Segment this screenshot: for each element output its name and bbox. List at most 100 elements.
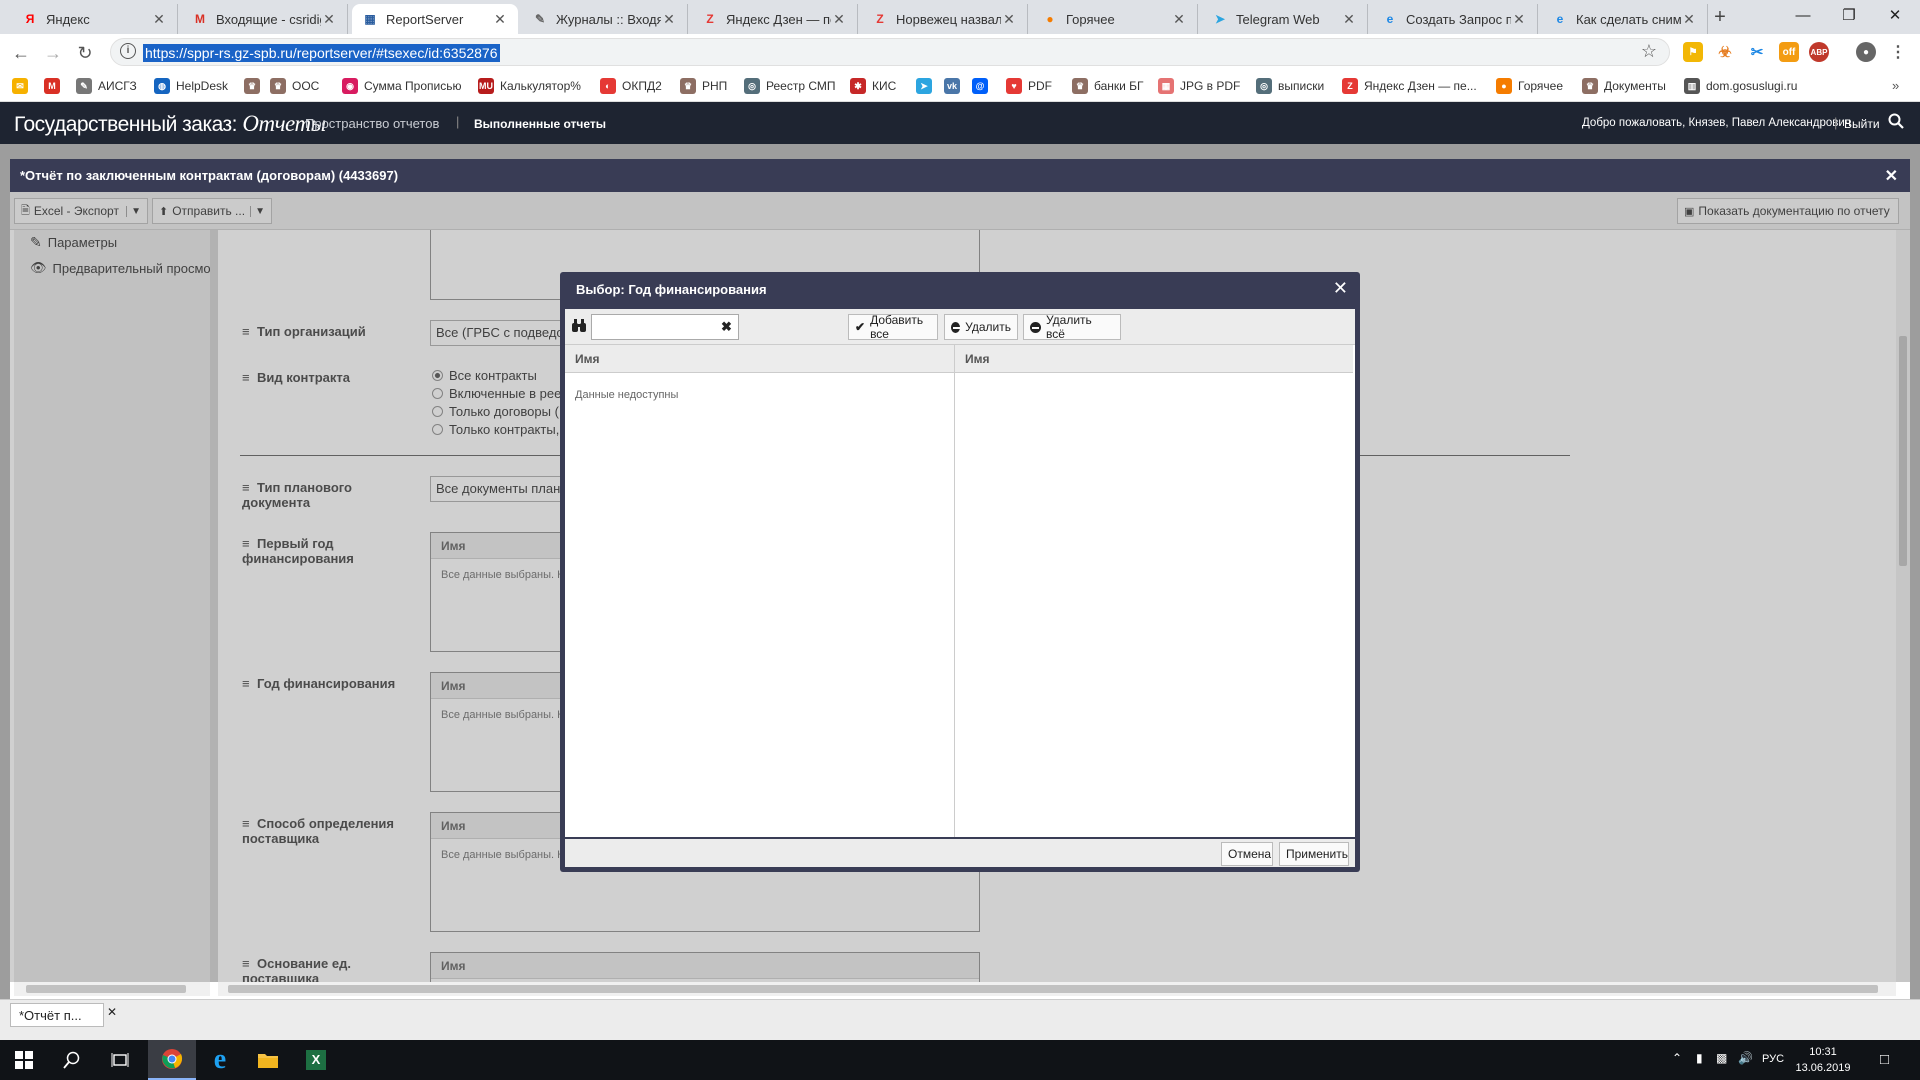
scroll-thumb[interactable]	[26, 985, 186, 993]
close-tab-icon[interactable]: ✕	[1341, 11, 1357, 28]
bookmark-item[interactable]: ♛ РНП	[680, 76, 727, 96]
app-logo[interactable]: Государственный заказ: Отчеты	[14, 111, 326, 137]
search-icon[interactable]	[48, 1040, 96, 1080]
bookmark-item[interactable]: ✉	[12, 76, 34, 96]
close-tab-icon[interactable]: ✕	[492, 11, 508, 28]
nav-completed-reports[interactable]: Выполненные отчеты	[474, 117, 606, 131]
reload-button[interactable]: ↻	[72, 40, 98, 66]
close-tab-icon[interactable]: ✕	[151, 11, 167, 28]
language-indicator[interactable]: РУС	[1762, 1053, 1784, 1065]
content-hscroll[interactable]	[218, 982, 1896, 996]
report-tab[interactable]: *Отчёт п... ✕	[10, 1003, 117, 1027]
url-text[interactable]: https://sppr-rs.gz-spb.ru/reportserver/#…	[143, 44, 500, 62]
network-icon[interactable]: ▩	[1716, 1051, 1727, 1065]
bookmark-item[interactable]: Z Яндекс Дзен — пе...	[1342, 76, 1477, 96]
bookmark-item[interactable]: ♛	[244, 76, 266, 96]
minimize-button[interactable]: —	[1780, 0, 1826, 30]
new-tab-button[interactable]: +	[1708, 6, 1732, 30]
bookmarks-overflow-icon[interactable]: »	[1892, 78, 1899, 93]
selected-column-header[interactable]: Имя	[955, 345, 1353, 373]
close-tab-icon[interactable]: ✕	[831, 11, 847, 28]
browser-tab[interactable]: e Как сделать снимо ✕	[1542, 4, 1708, 34]
bookmark-item[interactable]: MU Калькулятор%	[478, 76, 581, 96]
browser-tab[interactable]: ➤ Telegram Web ✕	[1202, 4, 1368, 34]
windows-start-icon[interactable]	[0, 1040, 48, 1080]
bookmark-item[interactable]: vk	[944, 76, 966, 96]
remove-all-button[interactable]: Удалить всё	[1023, 313, 1121, 341]
sidebar-hscroll[interactable]	[14, 982, 210, 996]
browser-tab[interactable]: M Входящие - csridigi ✕	[182, 4, 348, 34]
browser-tab[interactable]: Я Яндекс ✕	[12, 4, 178, 34]
antenna-extension-icon[interactable]: ☣	[1715, 42, 1735, 62]
clear-search-icon[interactable]: ✖	[721, 319, 732, 335]
bookmark-item[interactable]: ♛ ООС	[270, 76, 319, 96]
explorer-taskbar-icon[interactable]	[244, 1040, 292, 1080]
profile-avatar-icon[interactable]: ●	[1856, 42, 1876, 62]
bookmark-item[interactable]: ♛ банки БГ	[1072, 76, 1144, 96]
nav-report-spaces[interactable]: Пространство отчетов	[305, 116, 439, 131]
bookmark-item[interactable]: @	[972, 76, 994, 96]
close-tab-icon[interactable]: ✕	[1001, 11, 1017, 28]
gift-extension-icon[interactable]: off	[1779, 42, 1799, 62]
bookmark-item[interactable]: ▥ dom.gosuslugi.ru	[1684, 76, 1797, 96]
close-tab-icon[interactable]: ✕	[107, 1005, 117, 1019]
logout-link[interactable]: Выйти	[1844, 117, 1880, 131]
close-window-button[interactable]: ✕	[1872, 0, 1918, 30]
chrome-taskbar-icon[interactable]	[148, 1040, 196, 1080]
info-icon[interactable]: i	[120, 43, 136, 59]
browser-tab[interactable]: Z Норвежец назвал ✕	[862, 4, 1028, 34]
tools-icon: ✎	[534, 12, 546, 26]
notifications-icon[interactable]: □	[1880, 1051, 1889, 1068]
browser-tab[interactable]: ✎ Журналы :: Входящ✕	[522, 4, 688, 34]
scroll-thumb[interactable]	[228, 985, 1878, 993]
bookmark-item[interactable]: ♥ PDF	[1006, 76, 1052, 96]
bookmark-item[interactable]: ➤	[916, 76, 938, 96]
bookmark-item[interactable]: ◎ выписки	[1256, 76, 1324, 96]
browser-tab[interactable]: e Создать Запрос по ✕	[1372, 4, 1538, 34]
bookmark-item[interactable]: ♛ Документы	[1582, 76, 1666, 96]
back-button[interactable]: ←	[8, 40, 34, 66]
address-bar[interactable]: i https://sppr-rs.gz-spb.ru/reportserver…	[110, 38, 1670, 66]
close-report-icon[interactable]: ✕	[1885, 166, 1898, 186]
clock[interactable]: 10:31 13.06.2019	[1788, 1044, 1858, 1076]
bookmark-item[interactable]: ◍ HelpDesk	[154, 76, 228, 96]
bookmark-item[interactable]: ✎ АИСГЗ	[76, 76, 137, 96]
bookmark-item[interactable]: ✱ КИС	[850, 76, 896, 96]
apply-button[interactable]: Применить	[1279, 842, 1349, 866]
forward-button[interactable]: →	[40, 40, 66, 66]
kis-icon: ✱	[850, 78, 866, 94]
scissors-extension-icon[interactable]: ✂	[1747, 42, 1767, 62]
tray-chevron-icon[interactable]: ⌃	[1672, 1051, 1682, 1065]
close-tab-icon[interactable]: ✕	[1171, 11, 1187, 28]
bookmark-item[interactable]: ◎ Реестр СМП	[744, 76, 835, 96]
bookmark-item[interactable]: ◉ Сумма Прописью	[342, 76, 461, 96]
search-icon[interactable]	[1888, 113, 1904, 129]
bookmark-item[interactable]: M	[44, 76, 66, 96]
close-tab-icon[interactable]: ✕	[661, 11, 677, 28]
bookmark-item[interactable]: ◐ ОКПД2	[600, 76, 662, 96]
excel-taskbar-icon[interactable]: X	[292, 1040, 340, 1080]
remove-button[interactable]: Удалить	[944, 314, 1018, 340]
bookmark-item[interactable]: ● Горячее	[1496, 76, 1563, 96]
close-tab-icon[interactable]: ✕	[1681, 11, 1697, 28]
browser-tab[interactable]: Z Яндекс Дзен — пе ✕	[692, 4, 858, 34]
browser-tab[interactable]: ▦ ReportServer ✕	[352, 4, 518, 34]
available-column-header[interactable]: Имя	[565, 345, 955, 373]
cancel-button[interactable]: Отмена	[1221, 842, 1273, 866]
battery-icon[interactable]: ▮	[1696, 1051, 1703, 1065]
browser-tab[interactable]: ● Горячее ✕	[1032, 4, 1198, 34]
close-dialog-icon[interactable]: ✕	[1333, 278, 1348, 299]
shield-extension-icon[interactable]: ⚑	[1683, 42, 1703, 62]
adblock-extension-icon[interactable]: ABP	[1809, 42, 1829, 62]
add-all-button[interactable]: ✔ Добавить все	[848, 313, 938, 341]
search-input[interactable]	[591, 314, 739, 340]
bookmark-star-icon[interactable]: ☆	[1641, 41, 1657, 62]
menu-icon[interactable]: ⋮	[1888, 42, 1908, 62]
ie-taskbar-icon[interactable]: e	[196, 1040, 244, 1080]
task-view-icon[interactable]	[96, 1040, 144, 1080]
volume-icon[interactable]: 🔊	[1738, 1051, 1753, 1065]
bookmark-item[interactable]: ▦ JPG в PDF	[1158, 76, 1240, 96]
maximize-button[interactable]: ❐	[1826, 0, 1872, 30]
close-tab-icon[interactable]: ✕	[321, 11, 337, 28]
close-tab-icon[interactable]: ✕	[1511, 11, 1527, 28]
